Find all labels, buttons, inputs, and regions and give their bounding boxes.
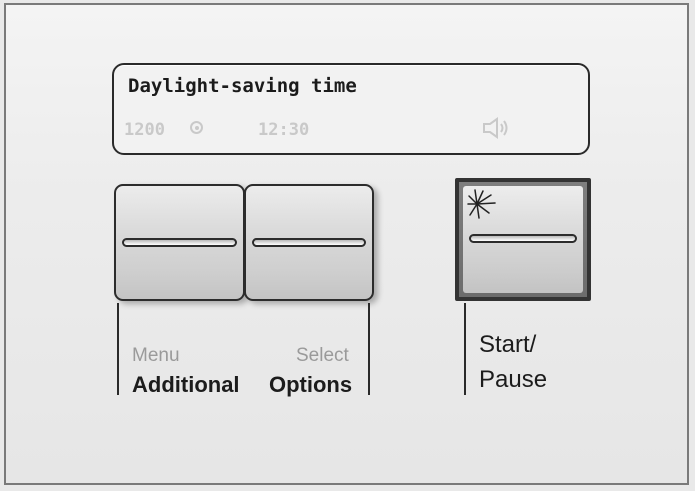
control-panel: Daylight-saving time 1200 12:30 Menu Sel… [4,3,689,485]
start-pause-button[interactable] [455,178,591,301]
display-message: Daylight-saving time [128,75,357,97]
spin-speed-icon [190,121,203,134]
options-label: Options [269,372,353,397]
lcd-display: Daylight-saving time 1200 12:30 [112,63,590,155]
button-groove [469,234,577,243]
menu-label: Menu [132,345,180,366]
pause-label: Pause [479,366,548,393]
speaker-icon [483,117,508,139]
time-readout: 12:30 [258,120,310,140]
start-pause-button-face [463,186,583,293]
sparkle-indicator-icon [467,189,496,219]
select-options-button[interactable] [244,184,374,301]
button-groove [122,238,237,247]
additional-menu-button[interactable] [114,184,245,301]
label-bracket-right [368,303,370,395]
start-label: Start/ [479,331,537,358]
label-bracket-left [117,303,119,395]
spin-speed-readout: 1200 [124,120,165,140]
additional-label: Additional [132,372,240,397]
button-groove [252,238,366,247]
select-label: Select [296,345,349,366]
label-bracket-start [464,303,466,395]
